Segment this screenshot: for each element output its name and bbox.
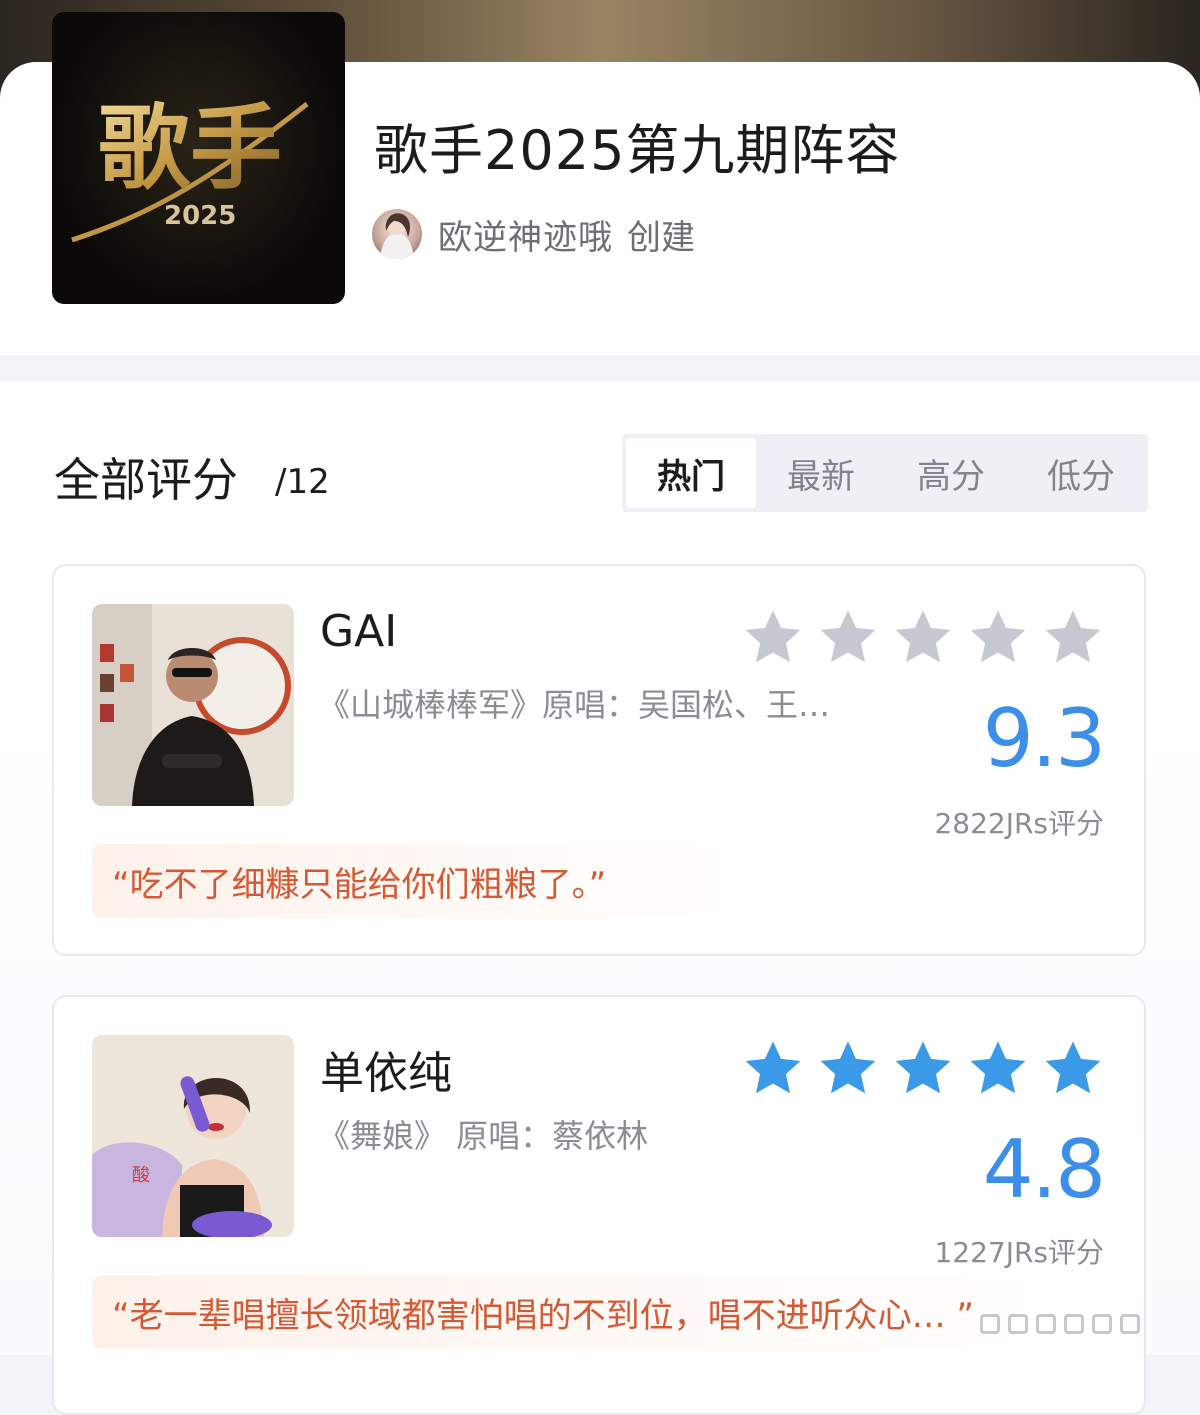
section-count: /12 xyxy=(275,462,330,502)
creator-suffix: 创建 xyxy=(627,217,695,258)
section-title: 全部评分 xyxy=(54,453,238,507)
rater-count: 2822JRs评分 xyxy=(934,807,1104,840)
singer-photo-art xyxy=(92,604,294,806)
top-comment[interactable]: “吃不了细糠只能给你们粗粮了。” xyxy=(92,844,792,918)
star-empty-icon[interactable] xyxy=(967,608,1029,668)
score-value: 9.3 xyxy=(982,692,1106,785)
star-filled-icon[interactable] xyxy=(892,1039,954,1099)
star-filled-icon[interactable] xyxy=(1042,1039,1104,1099)
watermark xyxy=(980,1300,1170,1348)
tab-hot[interactable]: 热门 xyxy=(626,438,756,508)
tab-latest[interactable]: 最新 xyxy=(756,438,886,508)
tab-low-score[interactable]: 低分 xyxy=(1016,438,1146,508)
singer-photo: 酸 xyxy=(92,1035,294,1237)
watermark-mark xyxy=(980,1314,1000,1334)
star-filled-icon[interactable] xyxy=(742,1039,804,1099)
top-comment[interactable]: “老一辈唱擅长领域都害怕唱的不到位，唱不进听众心… ” xyxy=(92,1275,1112,1349)
cover-logo-art: 歌手 2025 xyxy=(71,95,309,243)
cover-logo-text: 歌手 xyxy=(98,95,282,202)
rater-count: 1227JRs评分 xyxy=(934,1236,1104,1269)
star-filled-icon[interactable] xyxy=(817,1039,879,1099)
creator-name[interactable]: 欧逆神迹哦 xyxy=(438,210,613,259)
watermark-mark xyxy=(1120,1314,1140,1334)
singer-photo xyxy=(92,604,294,806)
rating-card[interactable]: GAI 《山城棒棒军》原唱：吴国松、王… 9.3 2822JRs评分 “吃不了细… xyxy=(52,564,1146,956)
cover-year-text: 2025 xyxy=(164,201,236,231)
creator-avatar[interactable] xyxy=(372,209,422,259)
creator-info[interactable]: 欧逆神迹哦 创建 xyxy=(372,208,695,260)
star-rating[interactable] xyxy=(742,608,1104,668)
list-title: 歌手2025第九期阵容 xyxy=(374,119,901,182)
score-value: 4.8 xyxy=(982,1123,1106,1216)
watermark-mark xyxy=(1036,1314,1056,1334)
singer-name: GAI xyxy=(320,606,398,657)
star-empty-icon[interactable] xyxy=(817,608,879,668)
song-info: 《山城棒棒军》原唱：吴国松、王… xyxy=(318,686,831,724)
svg-text:酸: 酸 xyxy=(132,1165,150,1186)
sort-tabs: 热门 最新 高分 低分 xyxy=(622,434,1148,512)
singer-photo-art: 酸 xyxy=(92,1035,294,1237)
song-info: 《舞娘》 原唱：蔡依林 xyxy=(318,1117,649,1155)
watermark-mark xyxy=(1092,1314,1112,1334)
star-filled-icon[interactable] xyxy=(967,1039,1029,1099)
star-empty-icon[interactable] xyxy=(1042,608,1104,668)
rating-card[interactable]: 酸 单依纯 《舞娘》 原唱：蔡依林 4.8 1227JRs评分 “老一辈唱擅长领… xyxy=(52,995,1146,1415)
singer-name: 单依纯 xyxy=(320,1048,452,1099)
watermark-mark xyxy=(1008,1314,1028,1334)
list-cover-image: 歌手 2025 xyxy=(52,12,345,304)
star-empty-icon[interactable] xyxy=(892,608,954,668)
star-empty-icon[interactable] xyxy=(742,608,804,668)
creator-avatar-art xyxy=(380,213,414,259)
watermark-mark xyxy=(1064,1314,1084,1334)
star-rating[interactable] xyxy=(742,1039,1104,1099)
tab-high-score[interactable]: 高分 xyxy=(886,438,1016,508)
